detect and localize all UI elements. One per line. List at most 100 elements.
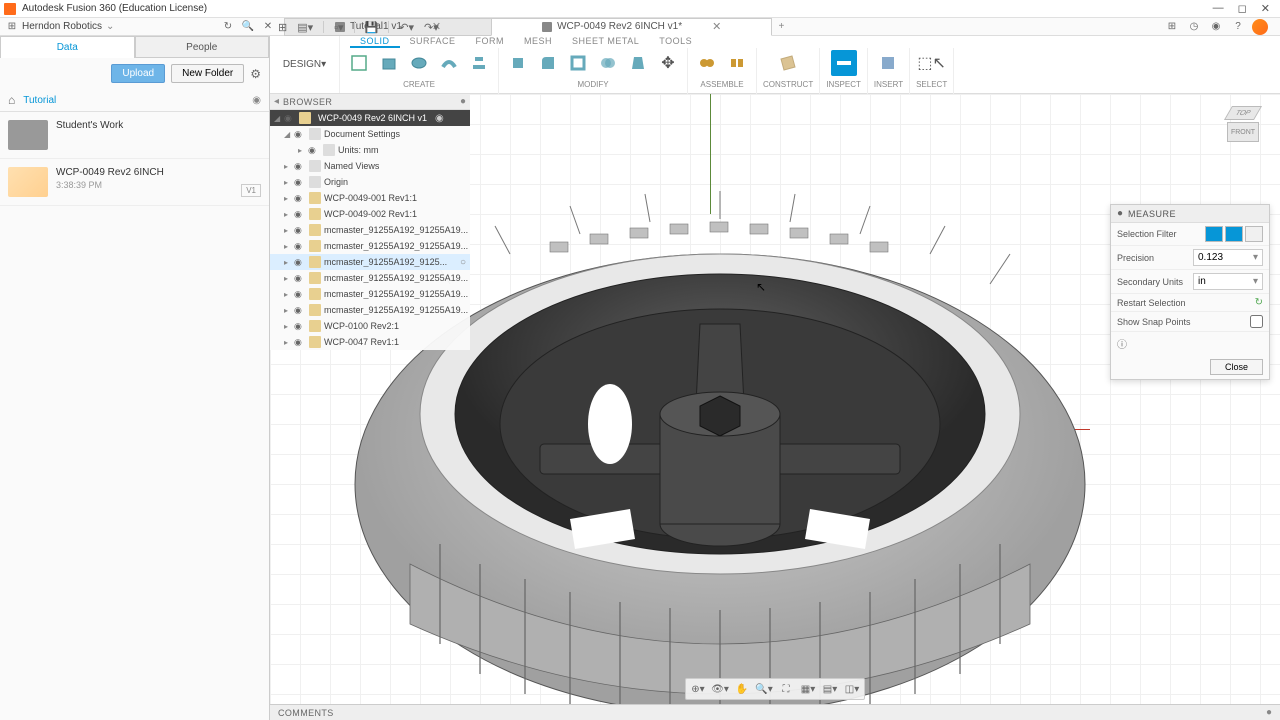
group-label[interactable]: INSERT <box>874 80 903 89</box>
visibility-icon[interactable]: ◉ <box>294 161 306 172</box>
browser-node[interactable]: ▸◉WCP-0049-001 Rev1:1 <box>270 190 470 206</box>
new-tab-button[interactable]: + <box>771 18 791 36</box>
new-folder-button[interactable]: New Folder <box>171 64 244 83</box>
units-select[interactable]: in▾ <box>1193 273 1263 290</box>
browser-node[interactable]: ▸◉Units: mm <box>270 142 470 158</box>
select-icon[interactable]: ⬚↖ <box>919 50 945 76</box>
doc-tab-wcp[interactable]: WCP-0049 Rev2 6INCH v1* ✕ <box>491 18 772 36</box>
search-icon[interactable]: 🔍 <box>240 19 256 35</box>
expand-icon[interactable]: ▸ <box>284 210 294 219</box>
expand-icon[interactable]: ◢ <box>274 114 284 123</box>
expand-icon[interactable]: ▸ <box>284 162 294 171</box>
expand-icon[interactable]: ▸ <box>284 290 294 299</box>
fillet-icon[interactable] <box>535 50 561 76</box>
expand-icon[interactable]: ▸ <box>284 242 294 251</box>
folder-settings-icon[interactable]: ◉ <box>252 95 261 106</box>
breadcrumb-item[interactable]: Tutorial <box>23 95 56 106</box>
save-icon[interactable]: 💾 <box>365 21 379 34</box>
shell-icon[interactable] <box>565 50 591 76</box>
visibility-icon[interactable]: ◉ <box>294 177 306 188</box>
ribbon-tab-mesh[interactable]: MESH <box>514 36 562 48</box>
sweep-icon[interactable] <box>436 50 462 76</box>
group-label[interactable]: MODIFY <box>577 80 608 89</box>
browser-node[interactable]: ▸◉Named Views <box>270 158 470 174</box>
fit-icon[interactable]: ⛶ <box>776 681 796 697</box>
expand-icon[interactable]: ▸ <box>298 146 308 155</box>
window-close-icon[interactable]: ✕ <box>1261 2 1270 15</box>
visibility-icon[interactable]: ◉ <box>294 193 306 204</box>
construct-plane-icon[interactable] <box>775 50 801 76</box>
orbit-icon[interactable]: ⊕▾ <box>688 681 708 697</box>
expand-icon[interactable]: ▸ <box>284 178 294 187</box>
radio-icon[interactable]: ◉ <box>435 113 444 124</box>
viewcube-top[interactable]: TOP <box>1224 106 1262 120</box>
window-minimize-icon[interactable]: — <box>1213 2 1224 15</box>
job-status-icon[interactable]: ◉ <box>1208 19 1224 35</box>
expand-icon[interactable]: ▸ <box>284 338 294 347</box>
browser-node[interactable]: ▸◉WCP-0047 Rev1:1 <box>270 334 470 350</box>
expand-icon[interactable]: ▸ <box>284 274 294 283</box>
press-pull-icon[interactable] <box>505 50 531 76</box>
browser-node[interactable]: ▸◉mcmaster_91255A192_91255A19... <box>270 302 470 318</box>
workspace-switcher[interactable]: DESIGN ▾ <box>270 36 340 93</box>
browser-node[interactable]: ▸◉Origin <box>270 174 470 190</box>
combine-icon[interactable] <box>595 50 621 76</box>
measure-icon[interactable] <box>831 50 857 76</box>
draft-icon[interactable] <box>625 50 651 76</box>
group-label[interactable]: INSPECT <box>826 80 861 89</box>
extrude-icon[interactable] <box>376 50 402 76</box>
expand-icon[interactable]: ▸ <box>284 258 294 267</box>
file-menu-icon[interactable]: ▫▾ <box>334 21 343 34</box>
ribbon-tab-solid[interactable]: SOLID <box>350 36 400 48</box>
window-maximize-icon[interactable]: ◻ <box>1238 2 1247 15</box>
expand-icon[interactable]: ▸ <box>284 194 294 203</box>
filter-edge-button[interactable] <box>1225 226 1243 242</box>
undo-icon[interactable]: ↶▾ <box>399 21 414 34</box>
refresh-icon[interactable]: ↻ <box>220 19 236 35</box>
version-badge[interactable]: V1 <box>241 184 261 197</box>
expand-icon[interactable]: ▸ <box>284 226 294 235</box>
visibility-icon[interactable]: ◉ <box>294 209 306 220</box>
data-tab[interactable]: Data <box>0 36 135 58</box>
tab-close-icon[interactable]: ✕ <box>712 20 721 33</box>
visibility-icon[interactable]: ◉ <box>294 337 306 348</box>
browser-node[interactable]: ▸◉mcmaster_91255A192_91255A19... <box>270 270 470 286</box>
visibility-icon[interactable]: ◉ <box>294 225 306 236</box>
info-icon[interactable]: ⓘ <box>1117 340 1127 351</box>
help-icon[interactable]: ? <box>1230 19 1246 35</box>
expand-icon[interactable]: ▸ <box>284 322 294 331</box>
grid-icon[interactable]: ▤▾ <box>820 681 840 697</box>
expand-icon[interactable]: ▸ <box>284 306 294 315</box>
browser-node[interactable]: ▸◉WCP-0049-002 Rev1:1 <box>270 206 470 222</box>
insert-icon[interactable] <box>875 50 901 76</box>
as-built-joint-icon[interactable] <box>724 50 750 76</box>
visibility-icon[interactable]: ◉ <box>284 113 296 124</box>
ribbon-tab-sheetmetal[interactable]: SHEET METAL <box>562 36 649 48</box>
ribbon-tab-form[interactable]: FORM <box>466 36 515 48</box>
group-label[interactable]: SELECT <box>916 80 947 89</box>
joint-icon[interactable] <box>694 50 720 76</box>
team-dropdown-icon[interactable]: ⌄ <box>106 21 114 32</box>
zoom-icon[interactable]: 🔍▾ <box>754 681 774 697</box>
look-icon[interactable]: 👁▾ <box>710 681 730 697</box>
restart-button[interactable]: ↻ <box>1255 297 1263 308</box>
design-item[interactable]: WCP-0049 Rev2 6INCH 3:38:39 PM V1 <box>0 159 269 206</box>
visibility-icon[interactable]: ◉ <box>294 241 306 252</box>
settings-icon[interactable]: ⚙ <box>250 67 261 81</box>
home-icon[interactable]: ⌂ <box>8 93 15 107</box>
revolve-icon[interactable] <box>406 50 432 76</box>
viewcube-front[interactable]: FRONT <box>1227 122 1259 142</box>
notifications-icon[interactable]: ◷ <box>1186 19 1202 35</box>
browser-root[interactable]: ◢ ◉ WCP-0049 Rev2 6INCH v1 ◉ <box>270 110 470 126</box>
visibility-icon[interactable]: ◉ <box>294 305 306 316</box>
viewport-canvas[interactable]: ↖ TOP FRONT ◂ BROWSER ● ◢ ◉ WCP-0049 Rev… <box>270 94 1280 720</box>
comments-pin-icon[interactable]: ● <box>1266 707 1272 718</box>
pin-icon[interactable]: ● <box>460 96 466 107</box>
group-label[interactable]: ASSEMBLE <box>700 80 743 89</box>
comments-bar[interactable]: COMMENTS ● <box>270 704 1280 720</box>
browser-node[interactable]: ▸◉mcmaster_91255A192_91255A19... <box>270 286 470 302</box>
browser-node[interactable]: ▸◉mcmaster_91255A192_9125...○ <box>270 254 470 270</box>
visibility-icon[interactable]: ◉ <box>294 289 306 300</box>
browser-node[interactable]: ▸◉mcmaster_91255A192_91255A19... <box>270 222 470 238</box>
group-label[interactable]: CONSTRUCT <box>763 80 813 89</box>
